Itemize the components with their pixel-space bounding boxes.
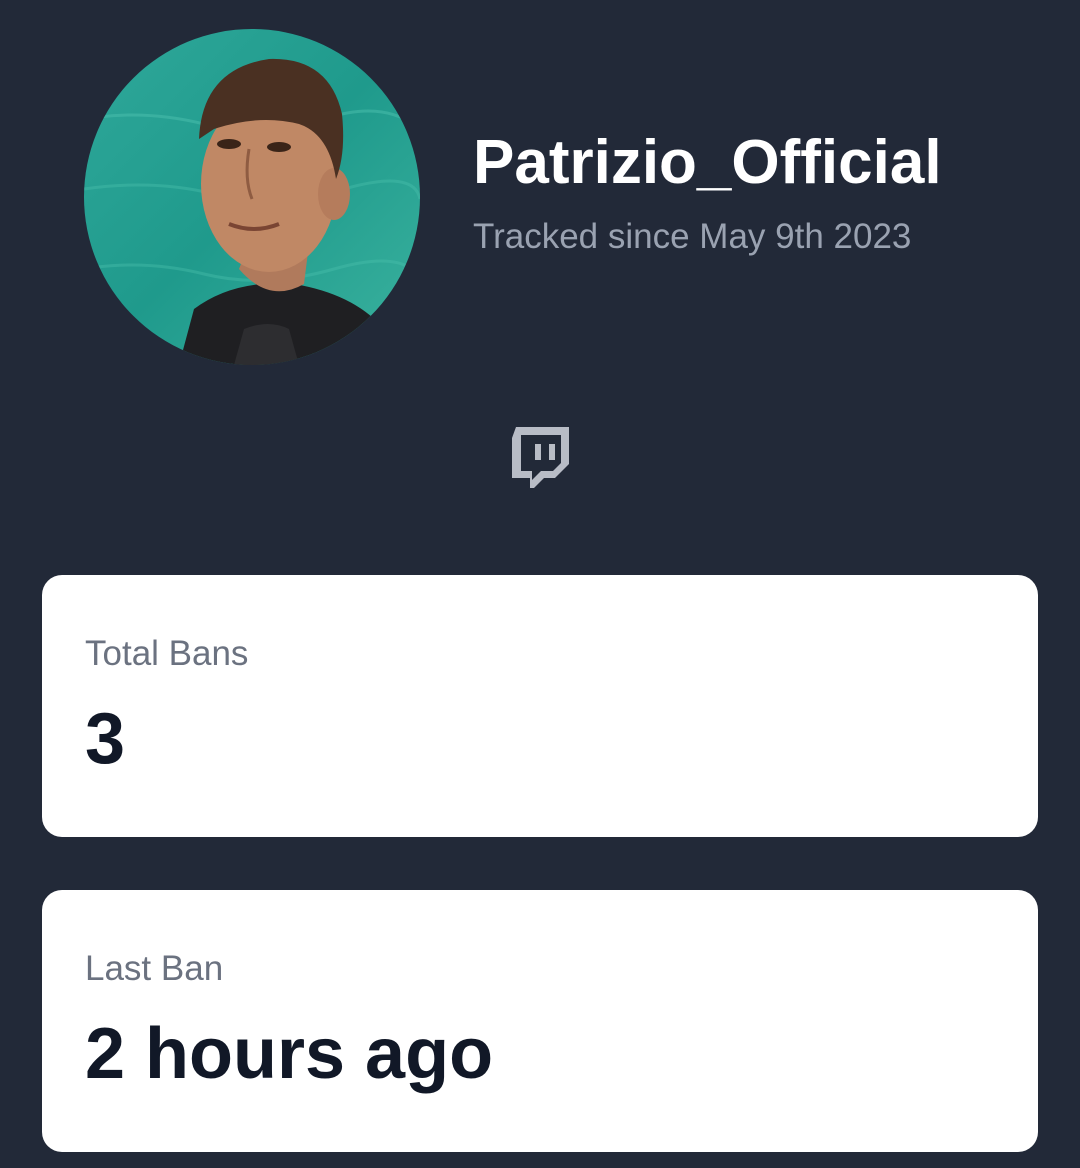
last-ban-label: Last Ban [85, 949, 224, 988]
profile-page: Patrizio_Official Tracked since May 9th … [0, 0, 1080, 1168]
username: Patrizio_Official [473, 128, 942, 197]
twitch-icon [512, 427, 569, 488]
avatar [84, 29, 420, 365]
total-bans-card: Total Bans 3 [42, 575, 1038, 837]
last-ban-card: Last Ban 2 hours ago [42, 890, 1038, 1152]
avatar-image [84, 29, 420, 365]
last-ban-value: 2 hours ago [85, 1014, 494, 1094]
twitch-link[interactable] [512, 427, 569, 491]
tracked-since: Tracked since May 9th 2023 [473, 217, 912, 256]
total-bans-label: Total Bans [85, 634, 249, 673]
total-bans-value: 3 [85, 699, 126, 779]
